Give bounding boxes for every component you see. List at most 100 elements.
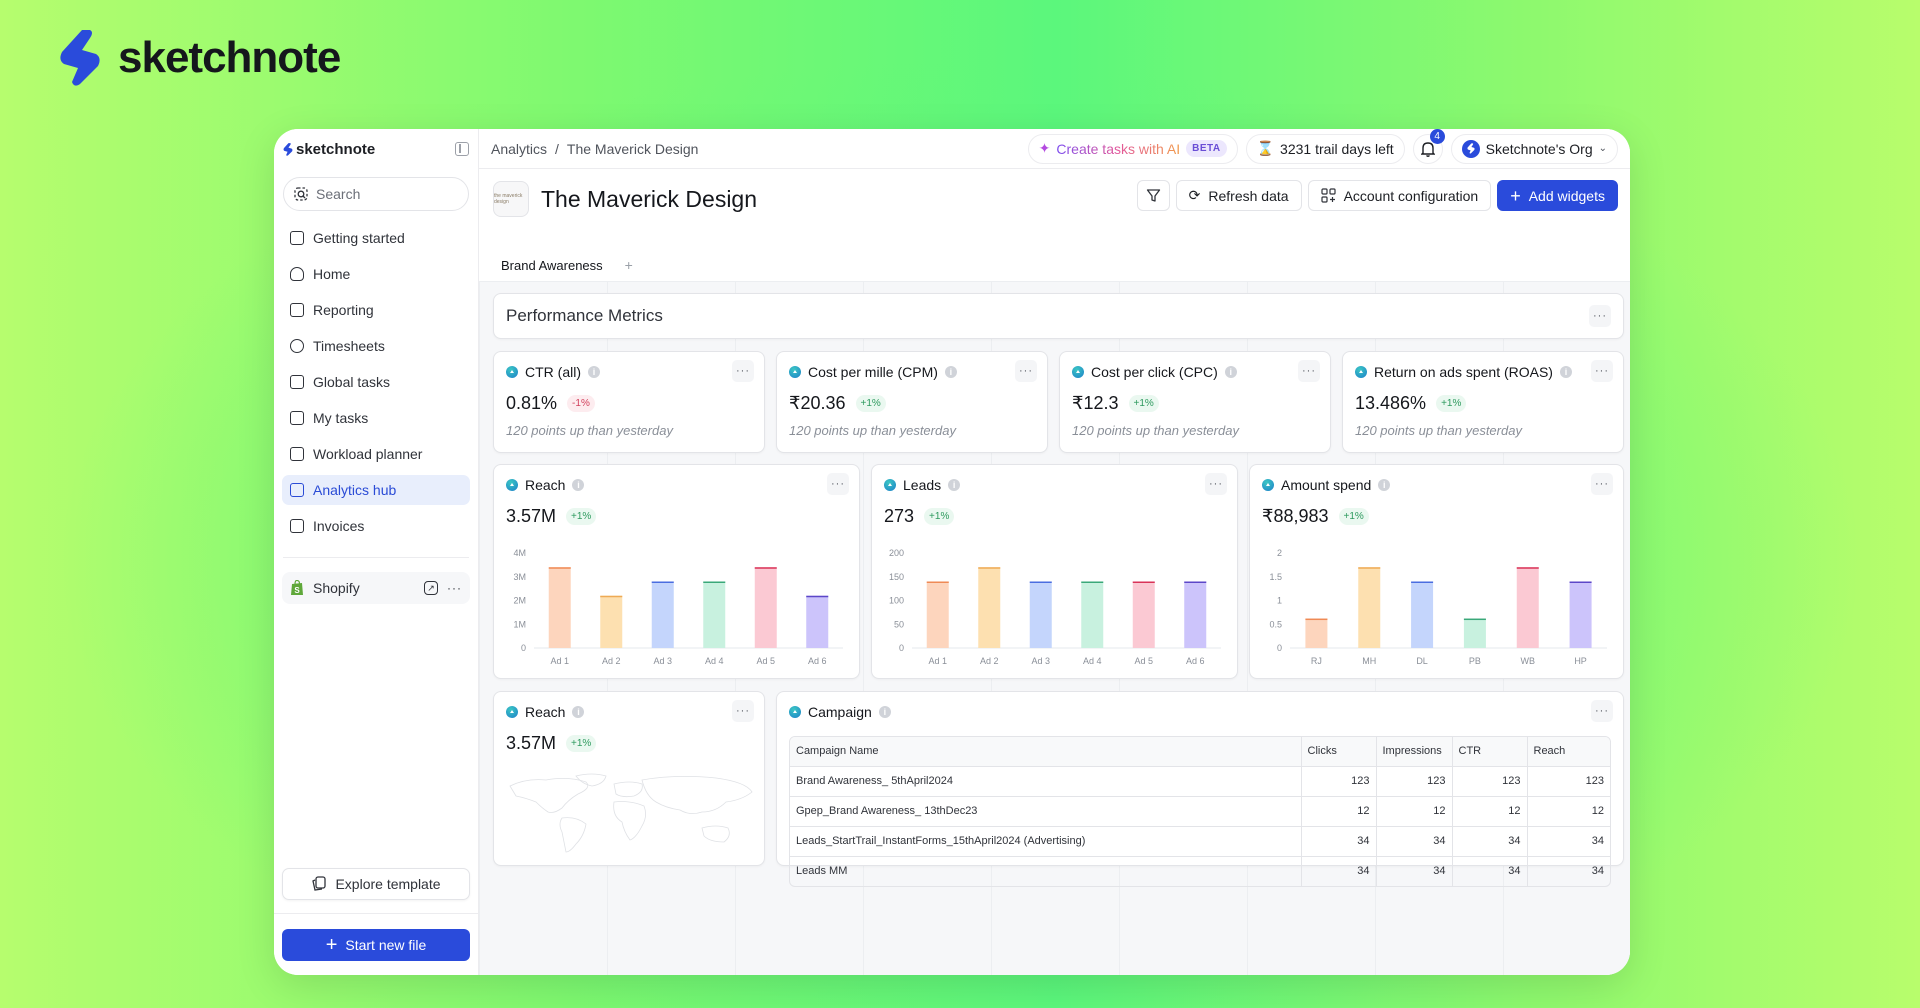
x-tick-label: Ad 3	[653, 656, 672, 666]
chart-value: 273	[884, 506, 915, 526]
tab-brand-awareness[interactable]: Brand Awareness	[501, 258, 603, 273]
kpi-value: ₹20.36	[789, 393, 846, 413]
analytics-icon	[290, 483, 304, 497]
invoice-icon	[290, 519, 304, 533]
sidebar-item-my-tasks[interactable]: My tasks	[282, 403, 470, 433]
chart-delta-badge: +1%	[1338, 508, 1369, 525]
x-tick-label: Ad 5	[1134, 656, 1153, 666]
start-new-file-button[interactable]: + Start new file	[282, 929, 470, 961]
account-configuration-button[interactable]: Account configuration	[1307, 180, 1492, 211]
trial-days-indicator[interactable]: ⌛ 3231 trail days left	[1245, 133, 1405, 164]
org-switcher[interactable]: Sketchnote's Org ⌄	[1450, 133, 1618, 164]
table-row[interactable]: Leads MM 34 34 34 34	[790, 856, 1610, 886]
bar-cap	[1569, 581, 1592, 583]
kpi-subtext: 120 points up than yesterday	[506, 423, 673, 438]
sidebar-logo[interactable]: sketchnote	[283, 141, 375, 158]
more-options-icon[interactable]: ···	[1298, 360, 1320, 382]
sidebar-item-invoices[interactable]: Invoices	[282, 511, 470, 541]
more-options-icon[interactable]: ···	[1591, 473, 1613, 495]
column-header-reach[interactable]: Reach	[1527, 737, 1610, 767]
ctr-cell: 12	[1452, 796, 1528, 827]
page-header: the maverick design The Maverick Design …	[479, 169, 1630, 281]
sidebar-item-analytics-hub[interactable]: Analytics hub	[282, 475, 470, 505]
bar-dl	[1411, 581, 1434, 648]
more-options-icon[interactable]: ···	[1591, 360, 1613, 382]
more-options-icon[interactable]: ···	[827, 473, 849, 495]
info-icon[interactable]: i	[944, 366, 957, 378]
kpi-subtext: 120 points up than yesterday	[789, 423, 956, 438]
search-input[interactable]: Search	[283, 177, 469, 211]
filter-button[interactable]	[1136, 180, 1170, 211]
table-row[interactable]: Leads_StartTrail_InstantForms_15thApril2…	[790, 826, 1610, 857]
sidebar-item-timesheets[interactable]: Timesheets	[282, 331, 470, 361]
kpi-header: Cost per mille (CPM) i	[789, 364, 957, 380]
sidebar-item-global-tasks[interactable]: Global tasks	[282, 367, 470, 397]
kpi-card-roas: Return on ads spent (ROAS) i ··· 13.486% +…	[1342, 351, 1624, 453]
info-icon[interactable]: i	[1559, 366, 1572, 378]
map-title: Reach	[525, 704, 566, 720]
kpi-value: 0.81%	[506, 393, 558, 413]
section-title: Performance Metrics	[506, 306, 663, 325]
add-tab-button[interactable]: +	[625, 257, 633, 273]
bar-cap	[754, 567, 777, 569]
clicks-cell: 123	[1301, 766, 1377, 797]
sidebar-item-reporting[interactable]: Reporting	[282, 295, 470, 325]
campaign-table-card: Campaign i ··· Campaign Name Clicks Impre…	[776, 691, 1624, 887]
add-widgets-button[interactable]: + Add widgets	[1497, 180, 1618, 211]
more-options-icon[interactable]: ···	[1589, 305, 1611, 327]
more-options-icon[interactable]: ···	[1015, 360, 1037, 382]
sidebar-item-shopify[interactable]: S Shopify ↗ ···	[282, 572, 470, 604]
column-header-campaign-name[interactable]: Campaign Name	[790, 737, 1302, 767]
x-tick-label: Ad 6	[1186, 656, 1205, 666]
sidebar-item-getting-started[interactable]: Getting started	[282, 223, 470, 253]
more-options-icon[interactable]: ···	[1591, 700, 1613, 722]
more-options-icon[interactable]: ···	[732, 700, 754, 722]
info-icon[interactable]: i	[572, 479, 585, 491]
info-icon[interactable]: i	[572, 706, 585, 718]
ctr-cell: 34	[1452, 826, 1528, 857]
breadcrumb-analytics[interactable]: Analytics	[491, 141, 547, 157]
ctr-cell: 34	[1452, 856, 1528, 886]
more-options-icon[interactable]: ···	[447, 581, 462, 595]
info-icon[interactable]: i	[878, 706, 891, 718]
sidebar-item-workload-planner[interactable]: Workload planner	[282, 439, 470, 469]
y-tick-label: 0	[899, 643, 904, 653]
refresh-data-button[interactable]: ⟳ Refresh data	[1175, 180, 1302, 211]
sidebar-item-label: My tasks	[313, 410, 369, 426]
kpi-subtext: 120 points up than yesterday	[1355, 423, 1522, 438]
chevron-down-icon: ⌄	[1598, 143, 1607, 154]
info-icon[interactable]: i	[1378, 479, 1391, 491]
table-row[interactable]: Brand Awareness_ 5thApril2024 123 123 123 12…	[790, 766, 1610, 797]
more-options-icon[interactable]: ···	[732, 360, 754, 382]
bar-cap	[1081, 581, 1104, 583]
column-header-clicks[interactable]: Clicks	[1301, 737, 1377, 767]
y-tick-label: 2	[1277, 548, 1282, 558]
sidebar-logo-text: sketchnote	[296, 140, 376, 158]
map-value: 3.57M	[506, 733, 557, 753]
sidebar-item-home[interactable]: Home	[282, 259, 470, 289]
explore-template-button[interactable]: Explore template	[282, 868, 470, 900]
map-europe	[613, 781, 643, 798]
search-placeholder: Search	[316, 186, 361, 202]
y-tick-label: 0	[521, 643, 526, 653]
external-link-icon[interactable]: ↗	[424, 581, 438, 595]
more-options-icon[interactable]: ···	[1205, 473, 1227, 495]
info-icon[interactable]: i	[948, 479, 961, 491]
column-header-impressions[interactable]: Impressions	[1376, 737, 1453, 767]
sidebar: sketchnote Search Getting started Home R…	[274, 129, 479, 975]
create-tasks-ai-button[interactable]: ✦ Create tasks with AI BETA	[1027, 133, 1238, 164]
notifications-button[interactable]: 4	[1412, 129, 1445, 164]
bar-ad-1	[926, 581, 949, 648]
dashboard-tabs: Brand Awareness +	[501, 257, 633, 273]
campaign-name-cell: Leads_StartTrail_InstantForms_15thApril2…	[790, 826, 1302, 857]
kpi-subtext: 120 points up than yesterday	[1072, 423, 1239, 438]
filter-icon	[1146, 189, 1160, 202]
metric-source-icon	[884, 479, 896, 491]
metric-source-icon	[789, 366, 801, 378]
info-icon[interactable]: i	[588, 366, 600, 378]
collapse-sidebar-icon[interactable]	[455, 142, 469, 156]
info-icon[interactable]: i	[1224, 366, 1237, 378]
column-header-ctr[interactable]: CTR	[1452, 737, 1528, 767]
metric-source-icon	[506, 366, 518, 378]
table-row[interactable]: Gpep_Brand Awareness_ 13thDec23 12 12 12 12	[790, 796, 1610, 827]
